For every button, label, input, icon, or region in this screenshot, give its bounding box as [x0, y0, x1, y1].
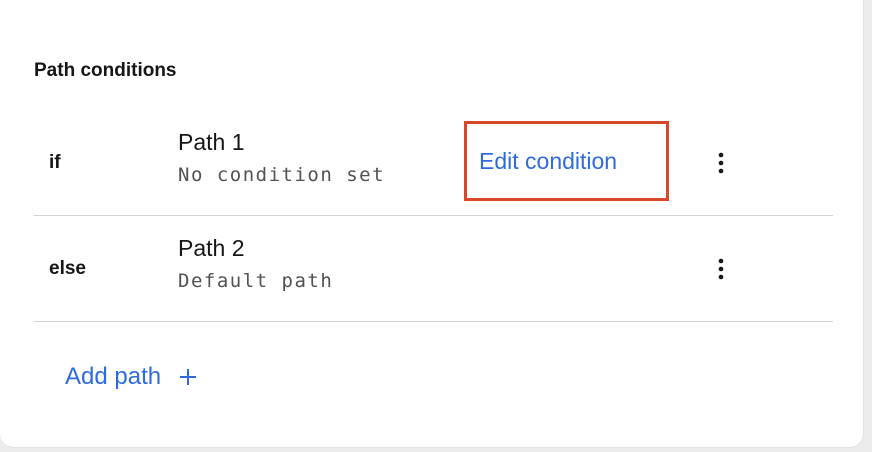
path-title: Path 1	[178, 129, 245, 155]
path-subtitle: Default path	[178, 270, 334, 292]
path-title: Path 2	[178, 235, 245, 261]
overflow-menu-vertical-icon	[718, 258, 724, 280]
path-keyword: if	[49, 151, 61, 173]
overflow-menu-button[interactable]	[709, 216, 733, 321]
edit-condition-label: Edit condition	[479, 147, 618, 174]
plus-icon	[179, 368, 197, 386]
section-title: Path conditions	[34, 60, 177, 81]
path-keyword: else	[49, 257, 86, 279]
add-path-label: Add path	[65, 363, 162, 390]
add-path-button[interactable]: Add path	[65, 363, 197, 391]
cutoff-previous-content	[34, 0, 39, 2]
edit-condition-button[interactable]: Edit condition	[464, 121, 669, 201]
path-row-2: else Path 2 Default path	[34, 216, 833, 322]
overflow-menu-vertical-icon	[718, 152, 724, 174]
path-subtitle: No condition set	[178, 164, 386, 186]
overflow-menu-button[interactable]	[709, 110, 733, 215]
path-row-1: if Path 1 No condition set Edit conditio…	[34, 110, 833, 216]
path-conditions-panel: Path conditions if Path 1 No condition s…	[0, 0, 864, 448]
